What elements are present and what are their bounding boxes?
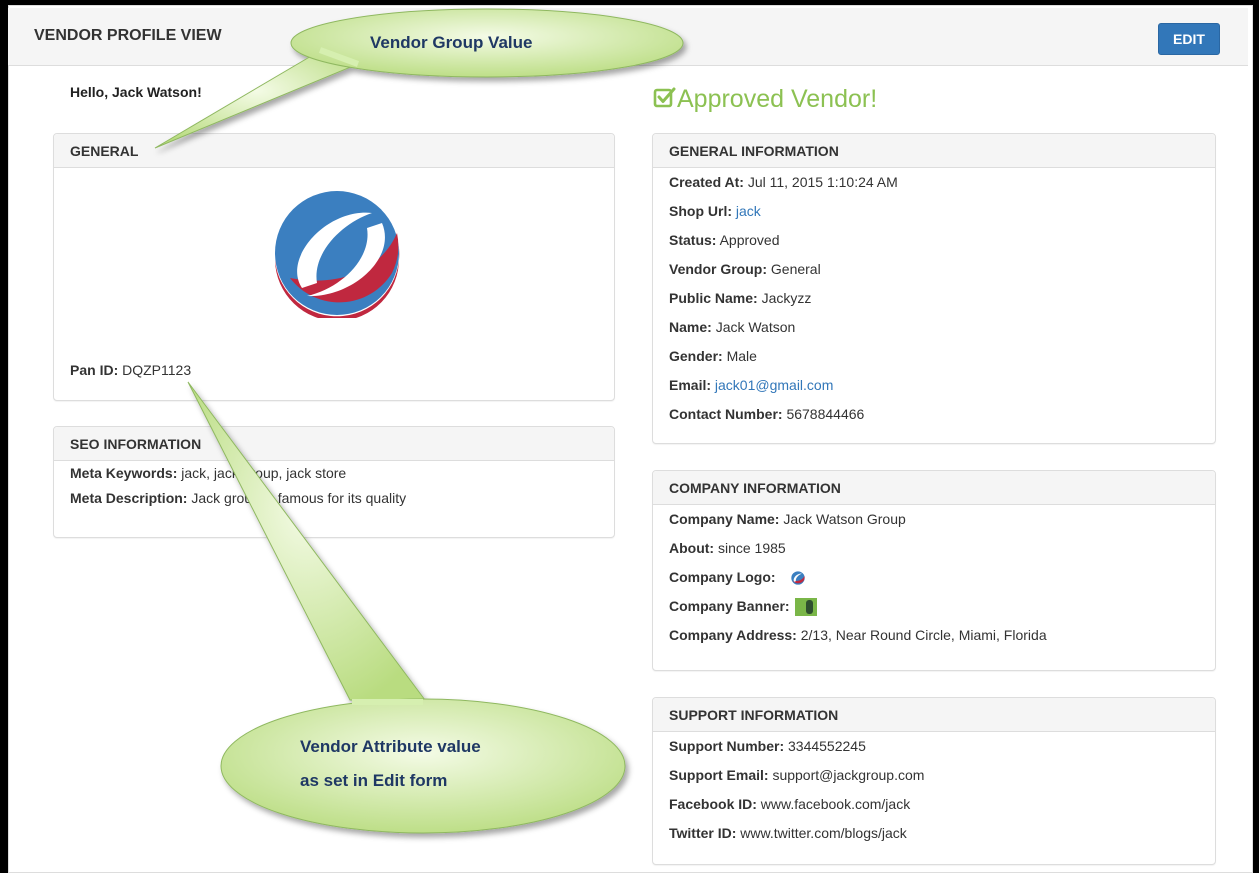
vendor-attribute-callout-line2: as set in Edit form xyxy=(300,771,448,790)
annotation-callouts xyxy=(154,8,684,834)
vendor-group-callout xyxy=(154,8,684,149)
vendor-attribute-callout-line1: Vendor Attribute value xyxy=(300,737,481,756)
vendor-group-callout-text: Vendor Group Value xyxy=(370,33,533,52)
vendor-attribute-callout xyxy=(187,381,626,834)
